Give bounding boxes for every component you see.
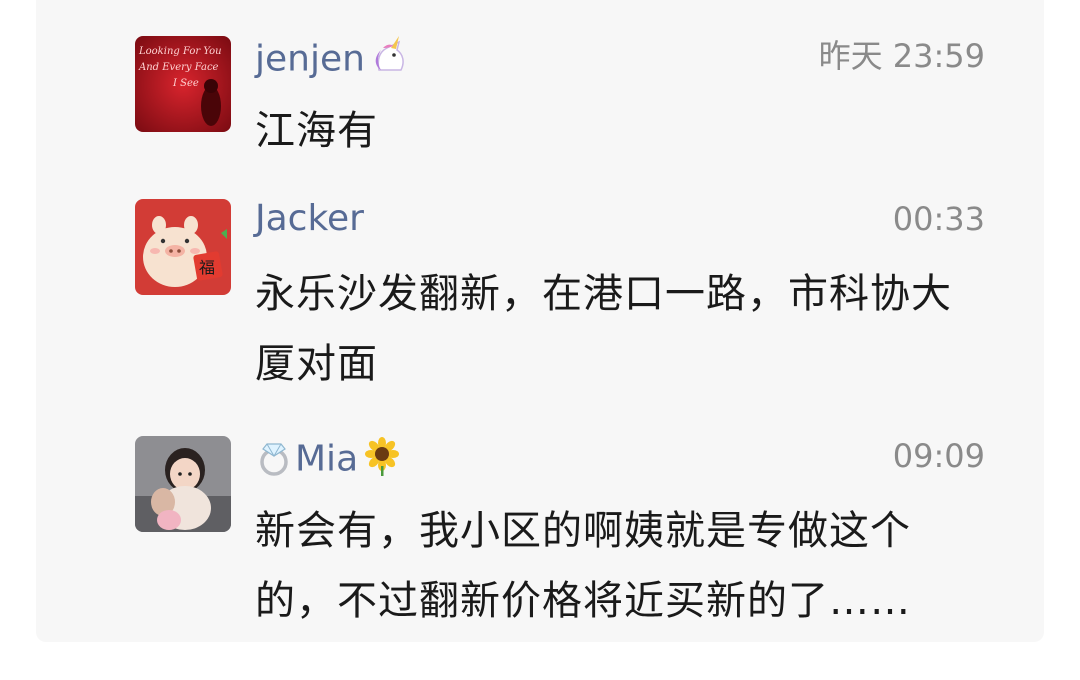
timestamp: 09:09: [892, 437, 985, 475]
timestamp: 00:33: [892, 200, 985, 238]
svg-text:Looking For You: Looking For You: [138, 46, 222, 57]
author-name[interactable]: Mia: [255, 436, 402, 485]
author-name[interactable]: jenjen: [255, 36, 411, 85]
timestamp: 昨天 23:59: [818, 37, 985, 75]
sunflower-icon: [362, 436, 402, 485]
svg-text:I See: I See: [172, 78, 199, 89]
avatar[interactable]: 福: [135, 199, 231, 295]
comment-text: 永乐沙发翻新，在港口一路，市科协大厦对面: [255, 271, 952, 387]
unicorn-icon: [369, 36, 411, 85]
comment-item: Looking For You And Every Face I See jen…: [135, 36, 985, 176]
avatar[interactable]: Looking For You And Every Face I See: [135, 36, 231, 132]
avatar[interactable]: [135, 436, 231, 532]
comment-item: 福 Jacker 00:33 永乐沙发翻新，在港口一路，市科协大厦对面: [135, 199, 985, 399]
comment-header: Mia 09:09: [255, 436, 985, 482]
svg-text:福: 福: [199, 258, 215, 277]
svg-text:And Every Face: And Every Face: [138, 62, 219, 73]
comment-header: Jacker 00:33: [255, 199, 985, 245]
comment-header: jenjen 昨天 23:59: [255, 36, 985, 82]
comment-text: 新会有，我小区的啊姨就是专做这个的，不过翻新价格将近买新的了……: [255, 508, 911, 624]
comment-item: Mia 09:09 新会有，我小区的啊姨就是专做这个的，不过翻新价格将近买新的了…: [135, 436, 985, 636]
author-name[interactable]: Jacker: [255, 199, 364, 239]
comment-text: 江海有: [255, 108, 378, 154]
ring-icon: [255, 436, 293, 485]
